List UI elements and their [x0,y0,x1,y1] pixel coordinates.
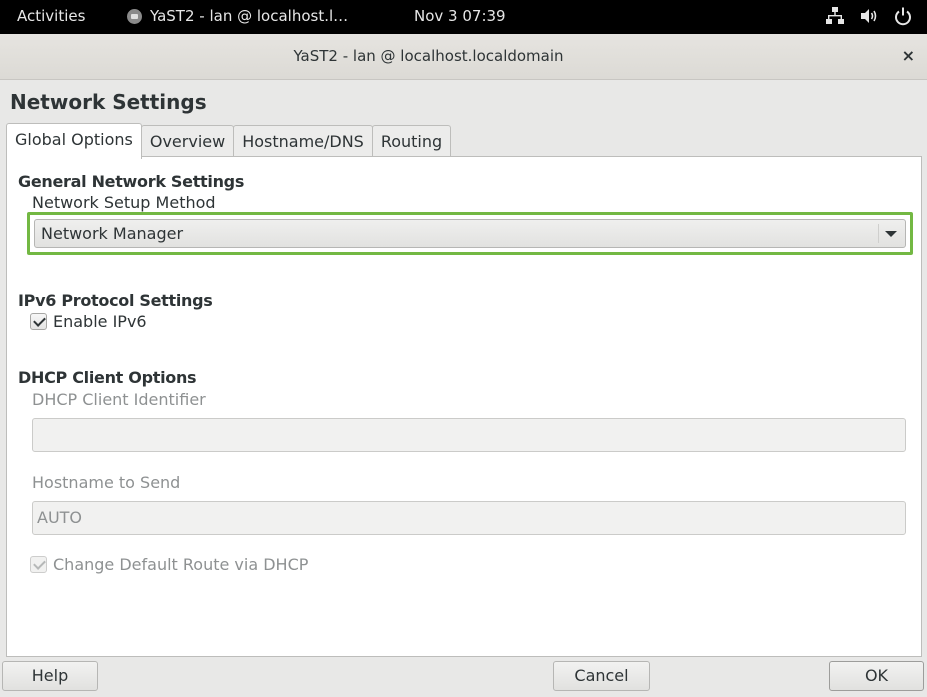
hostname-to-send-label: Hostname to Send [32,473,181,492]
cancel-button[interactable]: Cancel [553,661,650,691]
tab-hostname-dns[interactable]: Hostname/DNS [233,125,373,158]
system-top-bar: Activities YaST2 - lan @ localhost.l… No… [0,0,927,34]
clock[interactable]: Nov 3 07:39 [414,7,506,25]
change-default-route-checkbox[interactable]: Change Default Route via DHCP [30,555,308,574]
volume-icon [859,6,879,26]
checkbox-checked-icon[interactable] [30,313,47,330]
tab-label: Hostname/DNS [242,132,364,151]
network-setup-method-value: Network Manager [41,224,184,243]
tab-routing[interactable]: Routing [371,125,452,158]
tab-global-options[interactable]: Global Options [6,123,142,159]
system-tray[interactable] [825,6,913,26]
app-menu[interactable]: YaST2 - lan @ localhost.l… [127,7,348,25]
window-title: YaST2 - lan @ localhost.localdomain [293,47,564,65]
change-default-route-label: Change Default Route via DHCP [53,555,309,574]
power-icon [893,6,913,26]
dhcp-client-identifier-label: DHCP Client Identifier [32,390,206,409]
help-button[interactable]: Help [2,661,98,691]
hostname-to-send-input[interactable]: AUTO [32,501,906,535]
ipv6-settings-heading: IPv6 Protocol Settings [18,291,213,310]
close-icon[interactable]: × [902,46,915,65]
network-setup-method-select[interactable]: Network Manager [34,219,906,248]
tab-label: Global Options [15,130,133,149]
yast-app-icon [127,8,142,24]
tab-label: Overview [149,132,226,151]
dhcp-client-identifier-input[interactable] [32,418,906,452]
window-titlebar[interactable]: YaST2 - lan @ localhost.localdomain × [0,34,927,80]
tab-label: Routing [380,132,443,151]
tab-bar: Global Options Overview Hostname/DNS Rou… [6,123,452,159]
global-options-panel: General Network Settings Network Setup M… [6,156,922,657]
activities-button[interactable]: Activities [17,7,85,25]
page-title: Network Settings [10,90,207,114]
chevron-down-icon [885,231,897,237]
focus-highlight: Network Manager [27,212,913,255]
enable-ipv6-label: Enable IPv6 [53,312,147,331]
dhcp-client-options-heading: DHCP Client Options [18,368,197,387]
general-network-settings-heading: General Network Settings [18,172,245,191]
ok-button[interactable]: OK [829,661,924,691]
tab-overview[interactable]: Overview [140,125,235,158]
enable-ipv6-checkbox[interactable]: Enable IPv6 [30,312,147,331]
network-setup-method-label: Network Setup Method [32,193,216,212]
app-menu-title: YaST2 - lan @ localhost.l… [150,7,349,25]
combo-separator [878,224,879,243]
network-icon [825,6,845,26]
checkbox-checked-icon[interactable] [30,556,47,573]
yast-dialog-window: YaST2 - lan @ localhost.localdomain × Ne… [0,34,927,697]
